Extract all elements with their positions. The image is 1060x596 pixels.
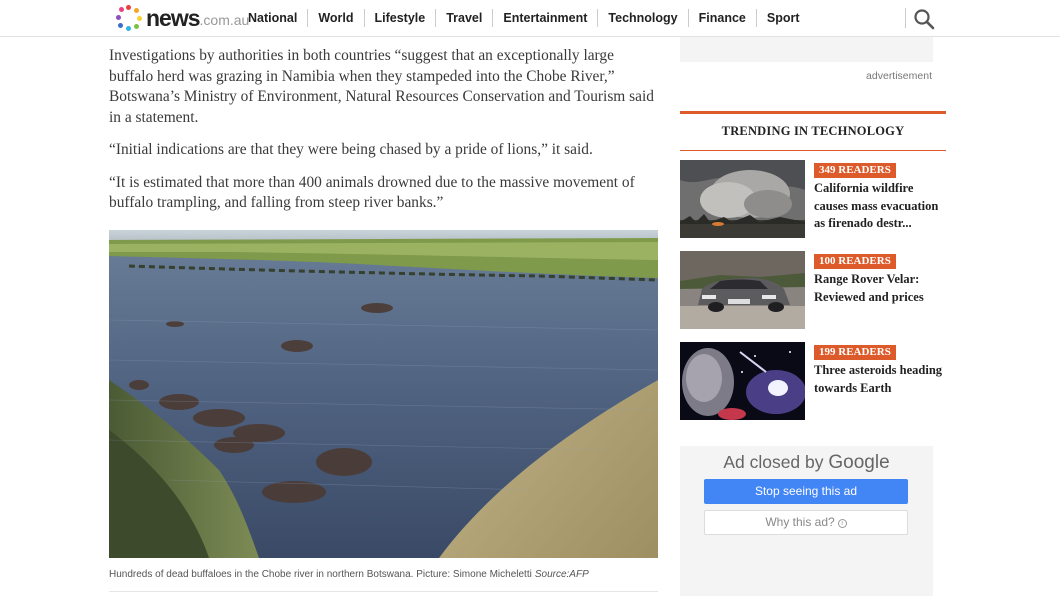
trending-top-rule: [680, 111, 946, 114]
readers-badge: 100 READERS: [814, 254, 896, 269]
nav-item-technology[interactable]: Technology: [597, 9, 687, 27]
advertisement-label: advertisement: [866, 70, 932, 82]
asteroid-thumbnail[interactable]: [680, 342, 805, 420]
caption-text: Hundreds of dead buffaloes in the Chobe …: [109, 569, 532, 580]
why-this-ad-button[interactable]: Why this ad? i: [704, 510, 908, 535]
nav-item-travel[interactable]: Travel: [435, 9, 492, 27]
top-nav: news .com.au National World Lifestyle Tr…: [0, 0, 1060, 37]
search-icon[interactable]: [913, 8, 935, 30]
readers-badge: 349 READERS: [814, 163, 896, 178]
trending-item-asteroids[interactable]: 199 READERS Three asteroids heading towa…: [680, 342, 946, 420]
wildfire-thumbnail[interactable]: [680, 160, 805, 238]
article-paragraph: “Initial indications are that they were …: [109, 141, 593, 158]
trending-headline[interactable]: Range Rover Velar: Reviewed and prices: [814, 271, 949, 306]
trending-headline[interactable]: Three asteroids heading towards Earth: [814, 362, 949, 397]
ad-slot-top: [680, 37, 933, 62]
logo-dots-icon: [116, 5, 142, 31]
divider: [109, 591, 658, 592]
trending-item-range-rover[interactable]: 100 READERS Range Rover Velar: Reviewed …: [680, 251, 946, 329]
article-photo[interactable]: [109, 230, 658, 558]
trending-headline[interactable]: California wildfire causes mass evacuati…: [814, 180, 949, 233]
nav-divider: [905, 8, 906, 28]
article-paragraph: Investigations by authorities in both co…: [109, 47, 654, 126]
nav-item-lifestyle[interactable]: Lifestyle: [363, 9, 436, 27]
nav-item-sport[interactable]: Sport: [755, 9, 810, 27]
ad-closed-panel: Ad closed by Google Stop seeing this ad …: [680, 446, 933, 596]
nav-item-world[interactable]: World: [307, 9, 363, 27]
trending-title: TRENDING IN TECHNOLOGY: [721, 124, 905, 138]
photo-caption: Hundreds of dead buffaloes in the Chobe …: [109, 569, 589, 580]
stop-seeing-ad-button[interactable]: Stop seeing this ad: [704, 479, 908, 504]
readers-badge: 199 READERS: [814, 345, 896, 360]
site-logo[interactable]: news .com.au: [116, 4, 249, 32]
article-body: Investigations by authorities in both co…: [109, 46, 659, 226]
car-thumbnail[interactable]: [680, 251, 805, 329]
nav-item-national[interactable]: National: [238, 9, 307, 27]
why-this-ad-label: Why this ad?: [765, 515, 835, 529]
google-wordmark: Google: [828, 452, 890, 473]
ad-closed-prefix: Ad closed by: [723, 452, 824, 472]
trending-item-wildfire[interactable]: 349 READERS California wildfire causes m…: [680, 160, 946, 238]
nav-item-entertainment[interactable]: Entertainment: [492, 9, 597, 27]
nav-links: National World Lifestyle Travel Entertai…: [238, 9, 810, 27]
caption-source: Source:AFP: [534, 569, 589, 580]
ad-closed-title: Ad closed by Google: [680, 452, 933, 474]
logo-text: news: [146, 5, 201, 31]
trending-bottom-rule: [680, 150, 946, 151]
article-paragraph: “It is estimated that more than 400 anim…: [109, 173, 635, 212]
info-icon: i: [837, 519, 847, 528]
nav-item-finance[interactable]: Finance: [687, 9, 756, 27]
